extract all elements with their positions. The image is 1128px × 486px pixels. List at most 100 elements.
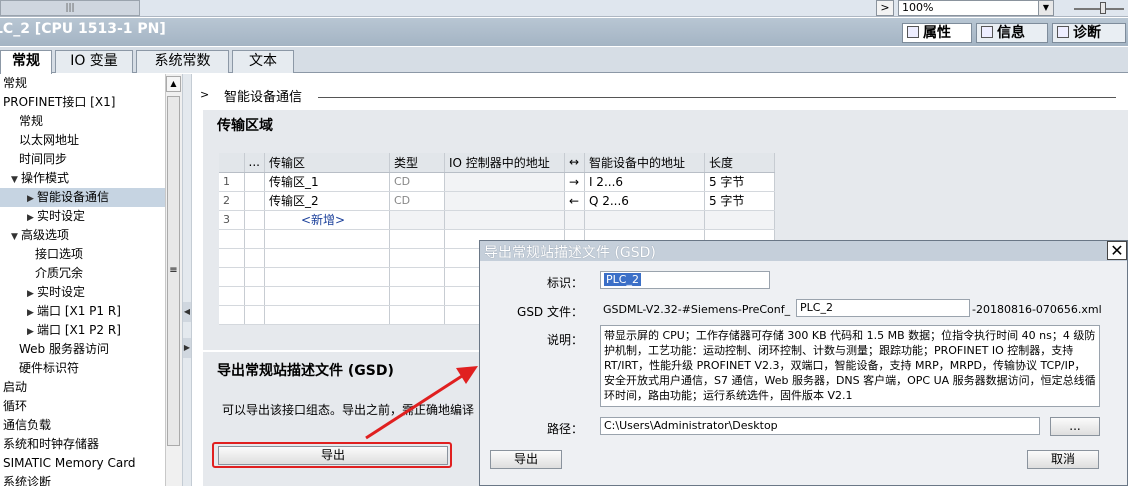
tree-item[interactable]: 系统诊断 <box>0 473 165 486</box>
table-row[interactable]: 2 传输区_2 CD ← Q 2...6 5 字节 <box>219 191 775 211</box>
chevron-down-icon[interactable]: ▼ <box>1038 1 1053 15</box>
cell-ctrl-addr[interactable] <box>444 191 565 211</box>
gsd-name-field[interactable]: PLC_2 <box>796 299 970 317</box>
tree-item-label: 系统诊断 <box>3 475 52 486</box>
tree-item-label: SIMATIC Memory Card <box>3 456 136 470</box>
cancel-button[interactable]: 取消 <box>1027 450 1099 469</box>
path-field[interactable]: C:\Users\Administrator\Desktop <box>600 417 1040 435</box>
gsd-section-title: 导出常规站描述文件 (GSD) <box>217 363 394 379</box>
tab-general[interactable]: 常规 <box>0 50 52 74</box>
scroll-up-icon[interactable]: ▲ <box>166 76 181 92</box>
navigation-tree: 常规 PROFINET接口 [X1] 常规以太网地址 时间同步 ▼ 操作模式 ▶ 智能设备通信… <box>0 74 165 486</box>
tree-item-label: 介质冗余 <box>35 266 84 280</box>
table-row-add[interactable]: 3 <新增> <box>219 210 775 230</box>
tab-properties-label: 属性 <box>923 25 951 41</box>
description-field[interactable]: 带显示屏的 CPU；工作存储器可存储 300 KB 代码和 1.5 MB 数据；… <box>600 325 1100 407</box>
col-header-area[interactable]: 传输区 <box>264 153 390 173</box>
tab-diagnostics-label: 诊断 <box>1073 25 1101 41</box>
tree-item[interactable]: 通信负载 <box>0 416 165 435</box>
col-header-length[interactable]: 长度 <box>704 153 775 173</box>
row-index: 3 <box>219 210 245 230</box>
horizontal-scrollbar[interactable]: ||| <box>0 0 140 16</box>
tab-system-constants[interactable]: 系统常数 <box>136 50 229 73</box>
tree-item[interactable]: ▼ 操作模式 <box>0 169 165 188</box>
tree-item[interactable]: SIMATIC Memory Card <box>0 454 165 473</box>
cell-empty <box>584 210 705 230</box>
zoom-prev-button[interactable]: > <box>876 0 894 16</box>
tree-item[interactable]: 启动 <box>0 378 165 397</box>
tree-item[interactable]: ▼ 高级选项 <box>0 226 165 245</box>
cell-dev-addr[interactable]: I 2...6 <box>584 172 705 192</box>
tree-item-label: 操作模式 <box>21 171 70 185</box>
zoom-slider-thumb[interactable] <box>1100 2 1106 14</box>
tree-item[interactable]: ▶ 实时设定 <box>0 283 165 302</box>
tab-info-label: 信息 <box>997 25 1025 41</box>
direction-left-icon[interactable]: ← <box>564 191 585 211</box>
cell-type[interactable]: CD <box>389 172 445 192</box>
cell-length[interactable]: 5 字节 <box>704 172 775 192</box>
col-header-type[interactable]: 类型 <box>389 153 445 173</box>
gsd-section-description: 可以导出该接口组态。导出之前，需正确地编译 <box>222 403 475 417</box>
tree-item[interactable]: 常规 <box>0 112 165 131</box>
tree-item[interactable]: Web 服务器访问 <box>0 340 165 359</box>
tree-item[interactable]: ▶ 智能设备通信 <box>0 188 165 207</box>
browse-button[interactable]: ... <box>1050 417 1100 436</box>
cell-area-name[interactable]: 传输区_1 <box>264 172 390 192</box>
table-row[interactable]: 1 传输区_1 CD → I 2...6 5 字节 <box>219 172 775 192</box>
tree-item-label: 启动 <box>3 380 28 394</box>
tree-item[interactable]: 循环 <box>0 397 165 416</box>
tab-io-tags[interactable]: IO 变量 <box>55 50 133 73</box>
tree-item[interactable]: 介质冗余 <box>0 264 165 283</box>
tree-item-label: 端口 [X1 P1 R] <box>37 304 121 318</box>
cell-dev-addr[interactable]: Q 2...6 <box>584 191 705 211</box>
col-header-ctrl-addr[interactable]: IO 控制器中的地址 <box>444 153 565 173</box>
cell-type[interactable]: CD <box>389 191 445 211</box>
tree-item-label: 常规 <box>3 76 28 90</box>
gsd-suffix: -20180816-070656.xml <box>972 303 1102 316</box>
tree-item[interactable]: ▶ 端口 [X1 P2 R] <box>0 321 165 340</box>
id-field[interactable]: PLC_2 <box>600 271 770 289</box>
expand-right-icon[interactable]: ▶ <box>183 338 191 358</box>
tree-item[interactable]: 系统和时钟存储器 <box>0 435 165 454</box>
tree-item[interactable]: 以太网地址 <box>0 131 165 150</box>
tree-item[interactable]: 接口选项 <box>0 245 165 264</box>
section-collapse-icon[interactable]: > <box>200 88 209 101</box>
row-more <box>244 172 265 192</box>
row-index: 1 <box>219 172 245 192</box>
zoom-slider[interactable] <box>1074 8 1124 10</box>
tab-diagnostics[interactable]: 诊断 <box>1052 23 1126 43</box>
cell-ctrl-addr[interactable] <box>444 172 565 192</box>
scrollbar-thumb[interactable]: ≡ <box>167 96 180 446</box>
tree-item[interactable]: PROFINET接口 [X1] <box>0 93 165 112</box>
cell-area-name[interactable]: 传输区_2 <box>264 191 390 211</box>
tree-item[interactable]: 常规 <box>0 74 165 93</box>
direction-right-icon[interactable]: → <box>564 172 585 192</box>
dialog-export-button[interactable]: 导出 <box>490 450 562 469</box>
tree-item-label: 接口选项 <box>35 247 84 261</box>
zoom-select[interactable]: 100% <box>898 0 1054 16</box>
pane-splitter[interactable] <box>182 74 192 486</box>
cell-empty <box>389 210 445 230</box>
tree-item-label: 端口 [X1 P2 R] <box>37 323 121 337</box>
tree-item[interactable]: 硬件标识符 <box>0 359 165 378</box>
collapse-left-icon[interactable]: ◀ <box>183 302 191 322</box>
col-header-dev-addr[interactable]: 智能设备中的地址 <box>584 153 705 173</box>
cell-length[interactable]: 5 字节 <box>704 191 775 211</box>
properties-icon <box>907 26 919 38</box>
tree-item[interactable]: 时间同步 <box>0 150 165 169</box>
id-label: 标识： <box>546 276 583 290</box>
close-icon[interactable]: ✕ <box>1107 241 1127 260</box>
tree-item-label: 智能设备通信 <box>37 190 110 204</box>
col-header-direction[interactable]: ↔ <box>564 153 585 173</box>
tab-texts[interactable]: 文本 <box>232 50 294 73</box>
cell-empty <box>704 210 775 230</box>
add-row-link[interactable]: <新增> <box>264 210 390 230</box>
tree-item[interactable]: ▶ 实时设定 <box>0 207 165 226</box>
row-index: 2 <box>219 191 245 211</box>
tree-item-label: 常规 <box>19 114 44 128</box>
tree-item[interactable]: ▶ 端口 [X1 P1 R] <box>0 302 165 321</box>
transfer-area-header <box>203 110 1128 150</box>
tab-properties[interactable]: 属性 <box>902 23 972 43</box>
tab-info[interactable]: 信息 <box>976 23 1048 43</box>
tree-item-label: 通信负载 <box>3 418 52 432</box>
